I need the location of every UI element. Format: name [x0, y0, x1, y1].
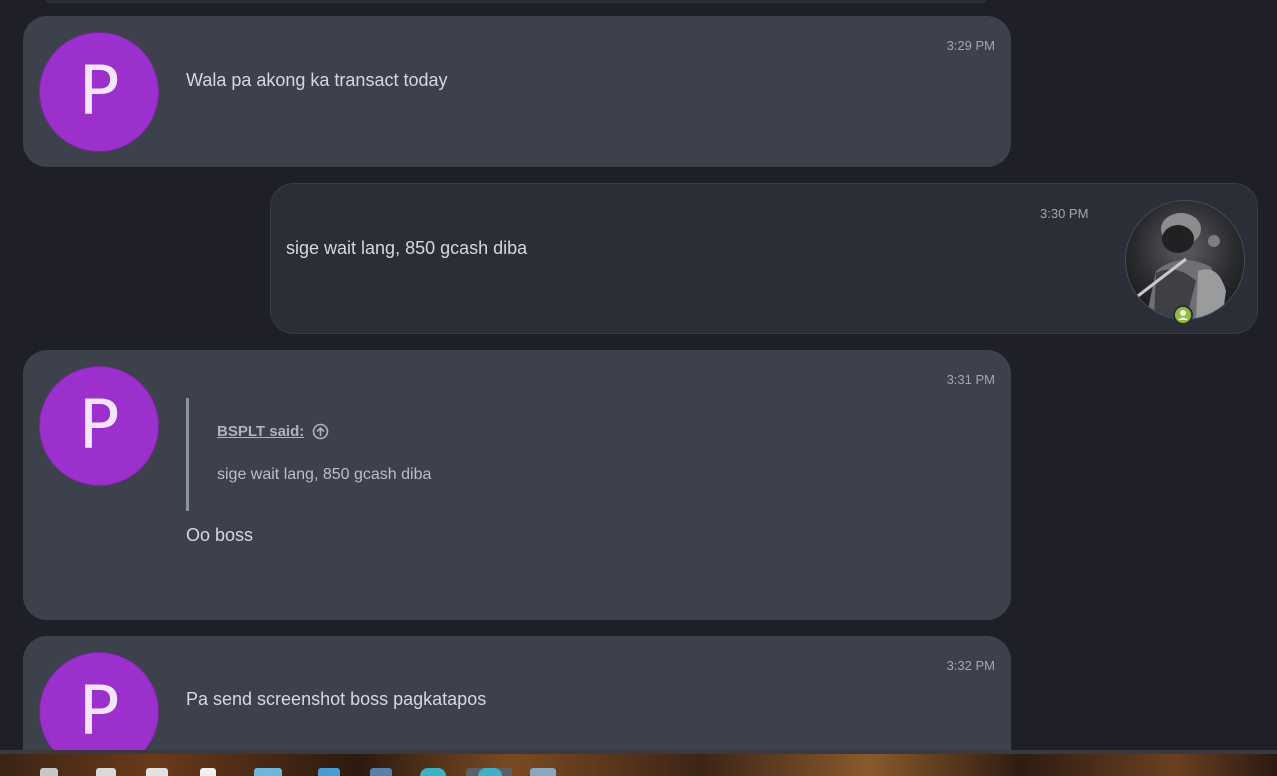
quote-text: sige wait lang, 850 gcash diba: [217, 466, 432, 483]
taskbar-app-icon[interactable]: [40, 768, 58, 776]
message-time[interactable]: 3:30 PM: [1040, 206, 1088, 221]
message-text: Pa send screenshot boss pagkatapos: [186, 689, 487, 709]
previous-message-edge: [46, 0, 986, 3]
taskbar-app-icon[interactable]: [420, 768, 446, 776]
quote-author[interactable]: BSPLT said:: [217, 423, 329, 440]
taskbar-app-icon[interactable]: [254, 768, 282, 776]
taskbar-app-icon[interactable]: [318, 768, 340, 776]
online-user-icon: [1173, 305, 1193, 325]
taskbar-app-icon[interactable]: [96, 768, 116, 776]
avatar[interactable]: P: [39, 366, 159, 486]
message-time[interactable]: 3:29 PM: [947, 38, 995, 53]
taskbar-app-icon[interactable]: [370, 768, 392, 776]
taskbar-app-icon[interactable]: [200, 768, 216, 776]
message-time[interactable]: 3:31 PM: [947, 372, 995, 387]
arrow-up-circle-icon[interactable]: [312, 423, 329, 440]
quote-author-label[interactable]: BSPLT said:: [217, 423, 304, 440]
message-text: Wala pa akong ka transact today: [186, 70, 448, 90]
taskbar-app-icon[interactable]: [478, 768, 502, 776]
message-text: sige wait lang, 850 gcash diba: [286, 238, 528, 258]
message-incoming-1: P 3:29 PM Wala pa akong ka transact toda…: [23, 16, 1011, 167]
message-incoming-2: P 3:31 PM BSPLT said: sige wait lang, 85…: [23, 350, 1011, 620]
user-photo-avatar-icon[interactable]: [1125, 200, 1245, 320]
message-time[interactable]: 3:32 PM: [947, 658, 995, 673]
message-outgoing-1: 3:30 PM sige wait lang, 850 gcash diba: [270, 183, 1258, 334]
taskbar-divider: [0, 750, 1277, 754]
quote-block: BSPLT said: sige wait lang, 850 gcash di…: [186, 398, 789, 511]
avatar[interactable]: P: [39, 32, 159, 152]
message-text: Oo boss: [186, 525, 254, 545]
chat-window: P 3:29 PM Wala pa akong ka transact toda…: [0, 0, 1277, 776]
taskbar-app-icon[interactable]: [146, 768, 168, 776]
taskbar-app-icon[interactable]: [530, 768, 556, 776]
